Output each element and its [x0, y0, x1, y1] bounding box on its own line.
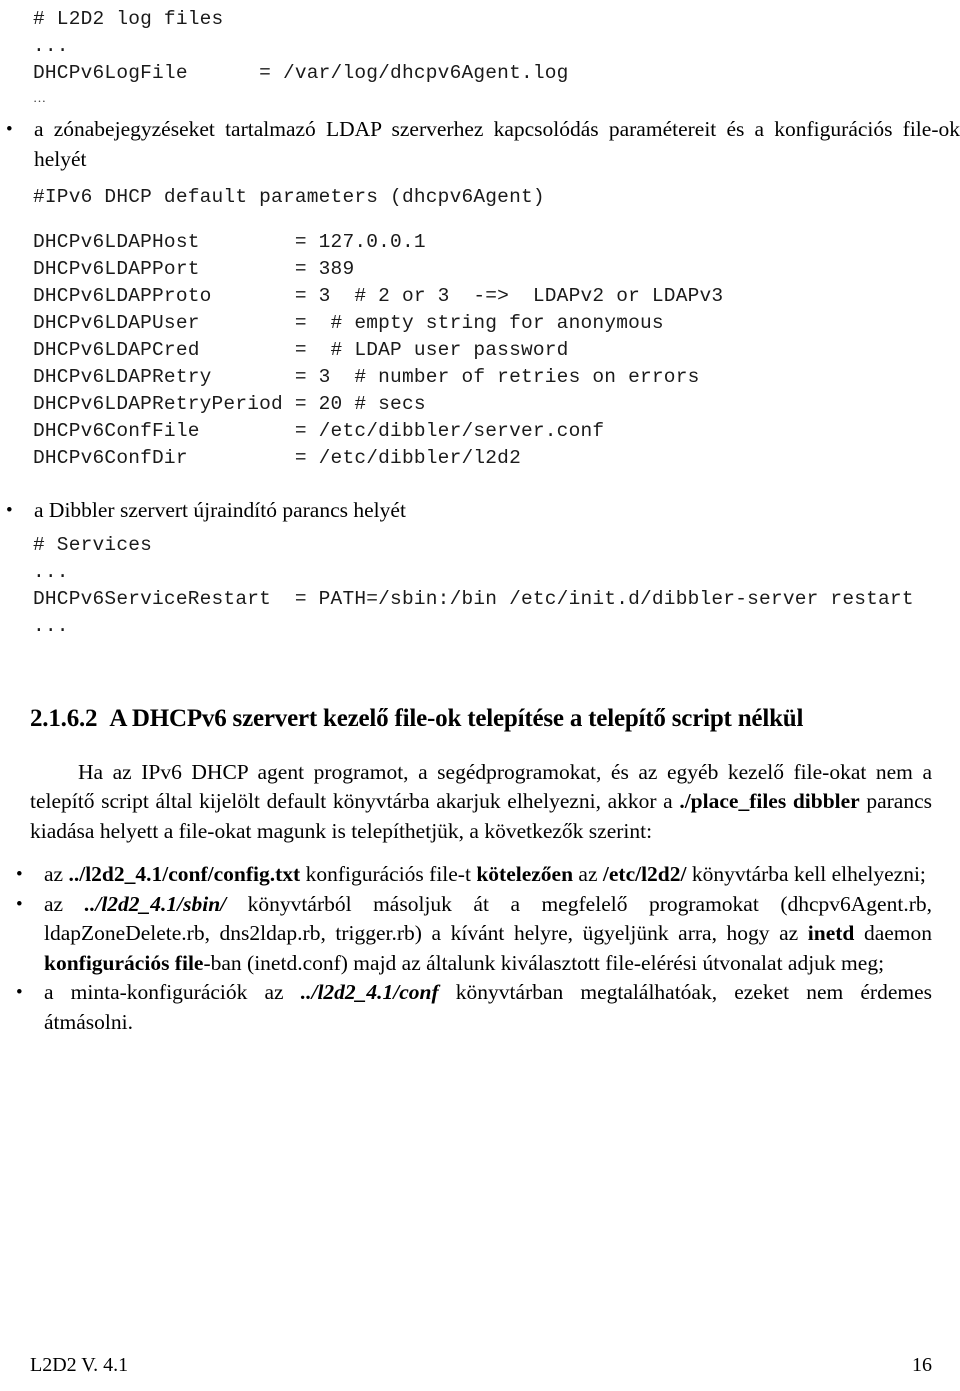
ldap-config-line: DHCPv6LDAPRetryPeriod = 20 # secs	[33, 393, 426, 415]
bullet-marker-icon: •	[16, 893, 23, 915]
li1-bold-etc-l2d2: /etc/l2d2/	[602, 862, 687, 886]
section-title: A DHCPv6 szervert kezelő file-ok telepít…	[109, 704, 804, 732]
bullet-ldap-params: • a zónabejegyzéseket tartalmazó LDAP sz…	[0, 115, 960, 174]
li2-bold-inetd: inetd	[807, 921, 855, 945]
li3-bolditalic-conf-path: ../l2d2_4.1/conf	[300, 980, 439, 1004]
gap-before-restart-bullet	[0, 472, 960, 496]
bullet-marker-icon: •	[6, 500, 13, 521]
bullet-restart-command-text: a Dibbler szervert újraindító parancs he…	[34, 498, 406, 522]
log-config-line-2: ...	[33, 35, 69, 57]
services-config-block: # Services ... DHCPv6ServiceRestart = PA…	[0, 532, 960, 640]
bullet-marker-icon: •	[16, 864, 23, 885]
li2-part-4: -ban (inetd.conf) majd az általunk kivál…	[203, 950, 885, 975]
list-item-text: az ../l2d2_4.1/conf/config.txt konfigurá…	[44, 860, 932, 890]
log-config-line-1: # L2D2 log files	[33, 8, 224, 30]
ldap-config-inner-gap	[0, 211, 960, 229]
page-title: 2.1.6.2 A DHCPv6 szervert kezelő file-ok …	[30, 704, 960, 734]
li2-bold-konfiguracios-file: konfigurációs file	[44, 950, 204, 975]
log-config-block: # L2D2 log files ... DHCPv6LogFile = /va…	[0, 6, 960, 109]
list-item-text: az ../l2d2_4.1/sbin/ könyvtárból másolju…	[44, 890, 932, 979]
bullet-ldap-params-text: a zónabejegyzéseket tartalmazó LDAP szer…	[34, 117, 960, 171]
ldap-config-block: #IPv6 DHCP default parameters (dhcpv6Age…	[0, 184, 960, 472]
ldap-config-line: DHCPv6ConfFile = /etc/dibbler/server.con…	[33, 420, 605, 442]
services-line-1: # Services	[33, 533, 153, 556]
ldap-config-line: DHCPv6LDAPCred = # LDAP user password	[33, 339, 569, 361]
list-item: • az ../l2d2_4.1/conf/config.txt konfigu…	[10, 860, 932, 890]
li2-part-1: az	[44, 891, 85, 916]
log-config-line-3: DHCPv6LogFile = /var/log/dhcpv6Agent.log	[33, 62, 569, 84]
intro-bold-place-files: ./place_files dibbler	[679, 789, 860, 813]
ldap-config-header: #IPv6 DHCP default parameters (dhcpv6Age…	[33, 186, 545, 208]
gap-after-heading	[0, 734, 960, 758]
document-page: # L2D2 log files ... DHCPv6LogFile = /va…	[0, 0, 960, 1391]
li1-bold-config-path: ../l2d2_4.1/conf/config.txt	[68, 862, 301, 886]
bullet-restart-command: • a Dibbler szervert újraindító parancs …	[0, 496, 960, 526]
log-config-line-4: …	[33, 90, 47, 105]
gap-before-ldap-config	[0, 174, 960, 184]
li1-bold-kotelezoen: kötelezően	[476, 862, 574, 886]
li1-part-1: az	[44, 862, 69, 886]
list-item-text: a minta-konfigurációk az ../l2d2_4.1/con…	[44, 978, 932, 1037]
li1-part-4: könyvtárba kell elhelyezni;	[686, 862, 926, 886]
bullet-marker-icon: •	[16, 982, 23, 1003]
li1-part-2: konfigurációs file-t	[300, 862, 477, 886]
list-item: • az ../l2d2_4.1/sbin/ könyvtárból másol…	[10, 890, 932, 979]
services-line-3: DHCPv6ServiceRestart = PATH=/sbin:/bin /…	[33, 587, 914, 610]
ldap-config-line: DHCPv6ConfDir = /etc/dibbler/l2d2	[33, 447, 521, 469]
section-number: 2.1.6.2	[30, 704, 98, 732]
ldap-config-line: DHCPv6LDAPPort = 389	[33, 258, 355, 280]
gap-before-list	[0, 846, 960, 860]
gap-before-heading	[0, 640, 960, 680]
intro-paragraph: Ha az IPv6 DHCP agent programot, a segéd…	[30, 758, 932, 847]
li2-bolditalic-sbin-path: ../l2d2_4.1/sbin/	[84, 891, 227, 916]
bullet-marker-icon: •	[6, 119, 13, 140]
services-line-2: ...	[33, 560, 69, 583]
li2-part-3: daemon	[854, 921, 933, 945]
gap-before-heading-2	[0, 680, 960, 704]
footer-page-number: 16	[912, 1354, 932, 1376]
services-line-4: ...	[33, 614, 69, 637]
ldap-config-line: DHCPv6LDAPUser = # empty string for anon…	[33, 312, 664, 334]
footer-document-version: L2D2 V. 4.1	[30, 1354, 129, 1376]
list-item: • a minta-konfigurációk az ../l2d2_4.1/c…	[10, 978, 932, 1037]
ldap-config-line: DHCPv6LDAPHost = 127.0.0.1	[33, 231, 426, 253]
ldap-config-line: DHCPv6LDAPProto = 3 # 2 or 3 -=> LDAPv2 …	[33, 285, 724, 307]
li3-part-1: a minta-konfigurációk az	[44, 980, 301, 1004]
page-footer: L2D2 V. 4.1 16	[0, 1354, 960, 1377]
li1-part-3: az	[573, 862, 603, 886]
ldap-config-line: DHCPv6LDAPRetry = 3 # number of retries …	[33, 366, 700, 388]
